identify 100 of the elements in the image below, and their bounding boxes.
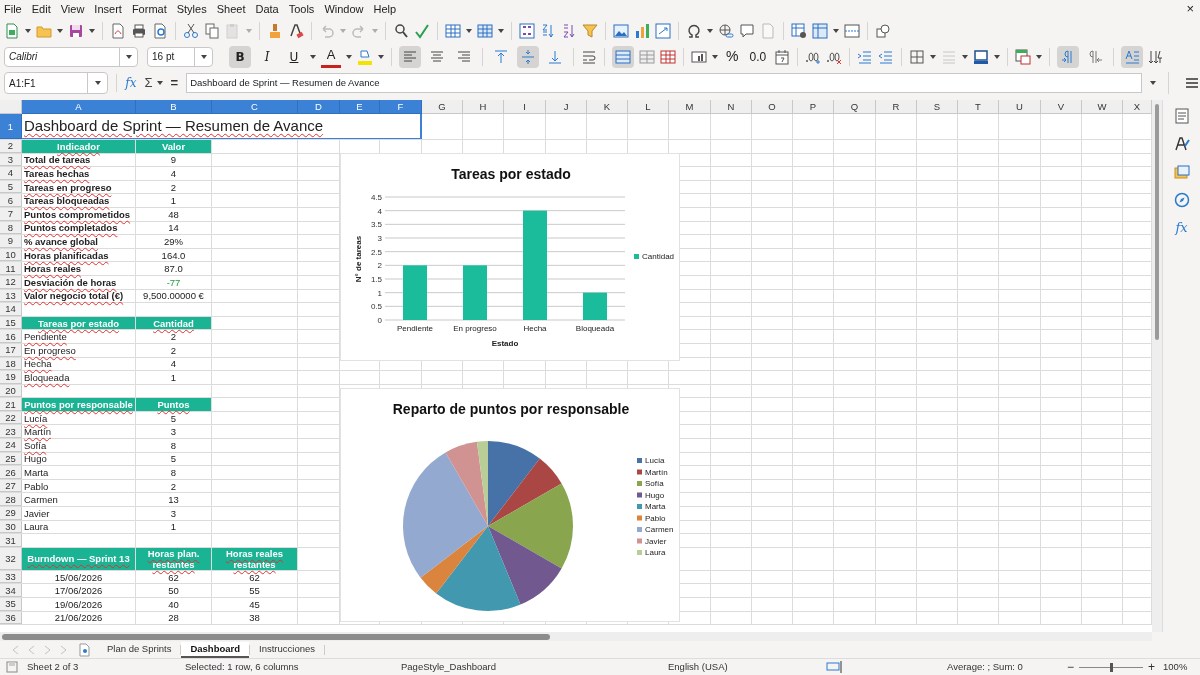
new-spreadsheet-icon[interactable]: [4, 22, 20, 39]
caret-icon[interactable]: [57, 27, 63, 34]
column-header[interactable]: W: [1082, 100, 1123, 114]
caret-icon[interactable]: [833, 27, 839, 34]
caret-icon[interactable]: [378, 53, 384, 60]
column-header[interactable]: M: [669, 100, 711, 114]
caret-icon[interactable]: [200, 53, 207, 60]
menu-item[interactable]: File: [4, 0, 22, 18]
pie-slice[interactable]: [488, 526, 562, 605]
caret-icon[interactable]: [1036, 53, 1043, 60]
caret-icon[interactable]: [156, 80, 163, 86]
horizontal-scrollbar[interactable]: [2, 633, 550, 640]
hyperlink-icon[interactable]: [718, 22, 734, 39]
align-middle-button[interactable]: [517, 45, 539, 68]
navigator-icon[interactable]: [1173, 192, 1190, 208]
column-header[interactable]: O: [752, 100, 793, 114]
merge-cells-icon[interactable]: [639, 48, 655, 65]
sheet-tab[interactable]: Instrucciones: [250, 641, 325, 658]
sum-button[interactable]: Σ: [144, 73, 153, 93]
column-header[interactable]: N: [711, 100, 752, 114]
menu-item[interactable]: Format: [131, 0, 167, 18]
menu-item[interactable]: Styles: [176, 0, 207, 18]
language-status[interactable]: English (USA): [668, 659, 826, 675]
formula-button[interactable]: =: [170, 73, 179, 93]
pie-slice[interactable]: [445, 441, 488, 526]
column-header[interactable]: U: [999, 100, 1041, 114]
caret-icon[interactable]: [498, 27, 504, 34]
menu-item[interactable]: Help: [373, 0, 397, 18]
row-header[interactable]: 21: [0, 398, 22, 411]
percent-button[interactable]: %: [723, 46, 742, 67]
chart-panel[interactable]: Reparto de puntos por responsable Lucía Martín Sofía Hugo Marta Pablo Carmen Javier Laura: [340, 388, 680, 622]
caret-icon[interactable]: [962, 53, 969, 60]
pie-slice[interactable]: [420, 526, 488, 594]
column-header[interactable]: Q: [834, 100, 876, 114]
zoom-level[interactable]: 100%: [1163, 659, 1188, 675]
paintbrush-icon[interactable]: [267, 22, 283, 39]
row-header[interactable]: 14: [0, 303, 22, 316]
number-button[interactable]: 0.0: [746, 47, 770, 66]
row-header[interactable]: 34: [0, 584, 22, 597]
row-header[interactable]: 31: [0, 534, 22, 547]
sheet-tab[interactable]: Dashboard: [181, 641, 250, 658]
pie-slice[interactable]: [403, 452, 488, 578]
menu-item[interactable]: Sheet: [216, 0, 246, 18]
font-size-field[interactable]: 16 pt: [147, 46, 213, 67]
column-header[interactable]: J: [546, 100, 587, 114]
zoom-in-button[interactable]: +: [1148, 658, 1156, 675]
row-grid-icon[interactable]: [445, 22, 461, 39]
row-header[interactable]: 9: [0, 235, 22, 248]
spellcheck-icon[interactable]: [414, 22, 430, 39]
row-header[interactable]: 16: [0, 330, 22, 343]
row-header[interactable]: 28: [0, 493, 22, 507]
caret-icon[interactable]: [125, 53, 132, 60]
caret-icon[interactable]: [930, 53, 937, 60]
find-replace-icon[interactable]: [393, 22, 409, 39]
add-sheet-icon[interactable]: [78, 642, 90, 657]
caret-icon[interactable]: [89, 27, 95, 34]
menu-item[interactable]: Insert: [94, 0, 122, 18]
caret-icon[interactable]: [310, 53, 316, 60]
column-header[interactable]: L: [628, 100, 669, 114]
italic-button[interactable]: I: [256, 45, 278, 68]
row-header[interactable]: 23: [0, 425, 22, 439]
calendar-icon[interactable]: [774, 48, 791, 65]
caret-icon[interactable]: [994, 53, 1001, 60]
copy-icon[interactable]: [204, 22, 220, 39]
slider-thumb[interactable]: [1109, 662, 1113, 672]
highlight-icon[interactable]: [357, 48, 373, 65]
column-header[interactable]: T: [958, 100, 999, 114]
sort-descending-icon[interactable]: [561, 22, 577, 39]
font-name-field[interactable]: Calibri: [4, 46, 138, 67]
properties-icon[interactable]: [1173, 108, 1190, 124]
wrap-text-icon[interactable]: [581, 48, 597, 65]
row-header[interactable]: 24: [0, 439, 22, 452]
column-header[interactable]: E: [340, 100, 380, 114]
row-header[interactable]: 26: [0, 466, 22, 479]
caret-icon[interactable]: [25, 27, 31, 34]
row-header[interactable]: 19: [0, 371, 22, 384]
align-left-button[interactable]: [399, 45, 421, 68]
image-icon[interactable]: [613, 22, 629, 39]
row-header[interactable]: 4: [0, 167, 22, 180]
menu-item[interactable]: Window: [324, 0, 364, 18]
column-header[interactable]: P: [793, 100, 834, 114]
chart-icon[interactable]: [634, 22, 650, 39]
column-header[interactable]: C: [212, 100, 298, 114]
comment-icon[interactable]: [739, 22, 755, 39]
left-to-right-button[interactable]: [1057, 45, 1080, 68]
font-color-button[interactable]: A: [321, 45, 341, 68]
pdf-export-icon[interactable]: [110, 22, 126, 39]
zoom-slider[interactable]: [1079, 662, 1143, 672]
number-format-icon[interactable]: [691, 48, 707, 65]
function-wizard-button[interactable]: fx: [125, 74, 137, 92]
clear-format-icon[interactable]: [288, 22, 304, 39]
row-header[interactable]: 35: [0, 598, 22, 611]
sort-ascending-icon[interactable]: [540, 22, 556, 39]
sort-icon[interactable]: [519, 22, 535, 39]
unmerge-cells-icon[interactable]: [660, 48, 676, 65]
gallery-icon[interactable]: [1173, 164, 1190, 180]
merge-center-button[interactable]: [612, 45, 634, 68]
menu-icon[interactable]: [1184, 75, 1200, 91]
pie-slice[interactable]: [488, 458, 562, 526]
row-header[interactable]: 6: [0, 194, 22, 207]
